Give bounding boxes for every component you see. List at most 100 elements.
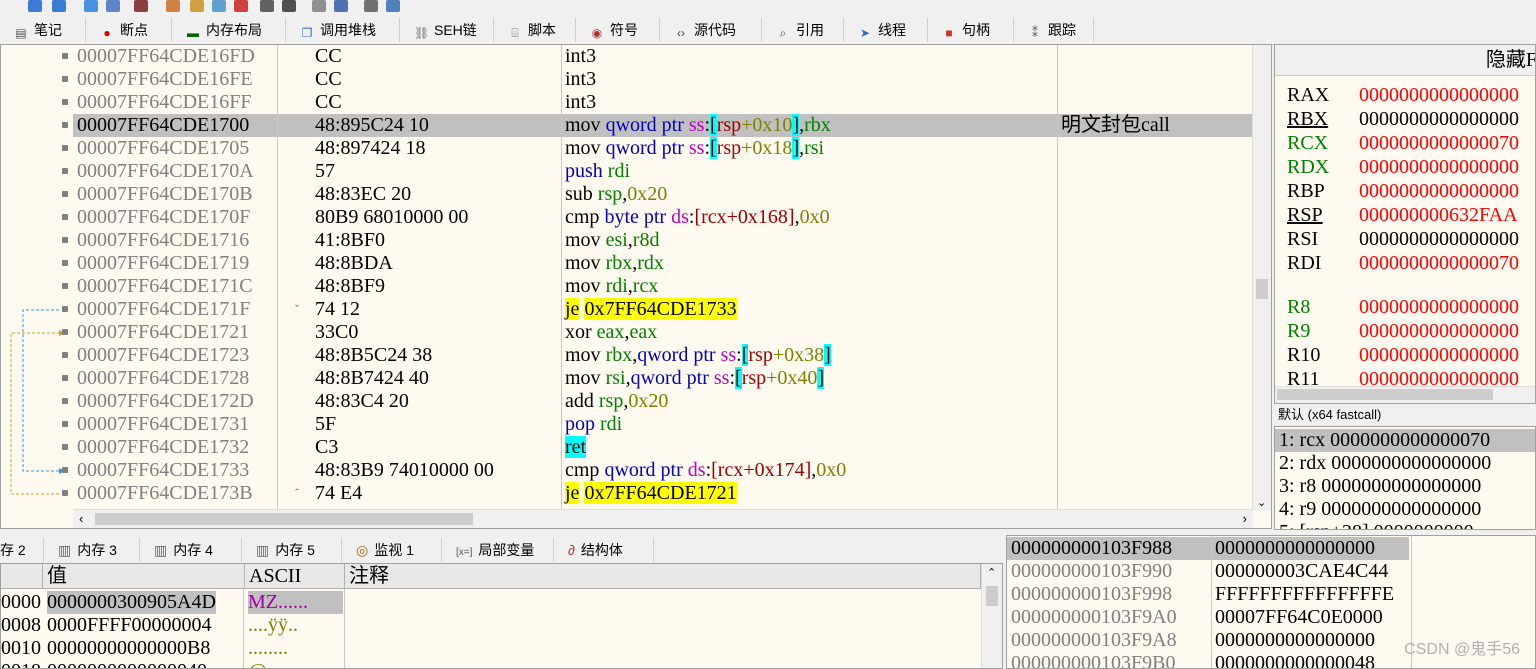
scroll-thumb[interactable] [95,513,473,525]
register-value[interactable]: 0000000000000000 [1359,108,1519,130]
execute-till-return-icon[interactable] [84,0,98,12]
call-argument-row[interactable]: 5: [rsp+28] 0000000000 [1279,521,1474,529]
dump-value[interactable]: 0000000000000040 [47,660,207,668]
register-value[interactable]: 0000000000000000 [1359,320,1519,342]
scroll-thumb[interactable] [1256,279,1268,299]
breakpoint-dot[interactable] [62,467,68,473]
tab-seh-chain[interactable]: ⛓ SEH链 [400,18,494,42]
register-row[interactable]: RDI 0000000000000070 [1287,251,1519,275]
dump-address[interactable]: 0018 [1,660,41,668]
breakpoint-dot[interactable] [62,99,68,105]
tab-script[interactable]: ⌹ 脚本 [494,18,576,42]
register-row[interactable]: R9 0000000000000000 [1287,319,1519,343]
dump-ascii[interactable]: MZ...... [248,591,343,614]
about-icon[interactable] [386,0,400,12]
breakpoint-dot[interactable] [62,329,68,335]
register-value[interactable]: 0000000000000000 [1359,344,1519,366]
tab-symbols[interactable]: ◉ 符号 [576,18,660,42]
breakpoint-dot[interactable] [62,283,68,289]
disassembly-row[interactable]: 00007FF64CDE171F ˇ 74 12 je 0x7FF64CDE1733 [62,298,1253,321]
dump-ascii[interactable]: ........ [248,637,288,660]
disassembly-row[interactable]: 00007FF64CDE170A 57 push rdi [62,160,1253,183]
breakpoint-dot[interactable] [62,237,68,243]
register-value[interactable]: 0000000000000000 [1359,156,1519,178]
tab-memory-map[interactable]: ▬ 内存布局 [172,18,286,42]
breakpoint-dot[interactable] [62,122,68,128]
register-row[interactable]: RAX 0000000000000000 [1287,83,1519,107]
disassembly-row[interactable]: 00007FF64CDE16FE CC int3 [62,68,1253,91]
call-arguments-pane[interactable]: 1: rcx 0000000000000070 2: rdx 0000000000… [1274,426,1536,530]
register-value[interactable]: 0000000000000070 [1359,132,1519,154]
register-value[interactable]: 0000000000000070 [1359,252,1519,274]
dump-value[interactable]: 0000000300905A4D [47,591,216,614]
disassembly-row[interactable]: 00007FF64CDE1721 33C0 xor eax,eax [62,321,1253,344]
registers-pane[interactable]: 隐藏F RAX 0000000000000000 RBX 00000000000000… [1274,44,1536,404]
dump-header-ascii[interactable]: ASCII [245,564,345,589]
patch-icon[interactable] [166,0,180,12]
dump-vertical-scrollbar[interactable]: ⌃ [981,564,1002,668]
tab-notes[interactable]: ▤ 笔记 [0,18,86,42]
trace-into-icon[interactable] [134,0,148,12]
breakpoint-dot[interactable] [62,444,68,450]
breakpoint-dot[interactable] [62,306,68,312]
tab-source[interactable]: ‹› 源代码 [660,18,762,42]
disassembly-row[interactable]: 00007FF64CDE1719 48:8BDA mov rbx,rdx [62,252,1253,275]
dump-header-comment[interactable]: 注释 [345,564,981,589]
run-to-user-code-icon[interactable] [106,0,120,12]
tab-dump-3[interactable]: ▥ 内存 3 [44,538,140,562]
breakpoint-dot[interactable] [62,352,68,358]
registers-horizontal-scrollbar[interactable] [1275,386,1535,403]
disassembly-row[interactable]: 00007FF64CDE16FF CC int3 [62,91,1253,114]
scroll-thumb[interactable] [986,586,998,606]
tab-dump-5[interactable]: ▥ 内存 5 [242,538,342,562]
register-value[interactable]: 0000000000000000 [1359,296,1519,318]
stack-row[interactable]: 000000000103F9A0 00007FF64C0E0000 [1007,606,1535,629]
breakpoint-dot[interactable] [62,398,68,404]
dump-ascii[interactable]: ....ÿÿ.. [248,614,298,637]
functions-icon[interactable] [260,0,274,12]
register-row[interactable]: RSI 0000000000000000 [1287,227,1519,251]
disassembly-horizontal-scrollbar[interactable]: ‹ › [73,509,1253,528]
memory-icon[interactable] [364,0,378,12]
breakpoint-dot[interactable] [62,145,68,151]
disassembly-row[interactable]: 00007FF64CDE1728 48:8B7424 40 mov rsi,qwor… [62,367,1253,390]
memory-dump-pane[interactable]: 值 ASCII 注释 0000 0000000300905A4D MZ...... 0… [0,563,1003,669]
tab-trace[interactable]: ⁑ 跟踪 [1014,18,1094,42]
register-row[interactable]: RBP 0000000000000000 [1287,179,1519,203]
disassembly-row[interactable]: 00007FF64CDE1731 5F pop rdi [62,413,1253,436]
disassembly-row[interactable]: 00007FF64CDE1733 48:83B9 74010000 00 cmp q… [62,459,1253,482]
disassembly-row[interactable]: 00007FF64CDE171C 48:8BF9 mov rdi,rcx [62,275,1253,298]
tab-locals[interactable]: [x=] 局部变量 [442,538,554,562]
tab-references[interactable]: ⌕ 引用 [762,18,844,42]
dump-address[interactable]: 0000 [1,591,41,614]
step-over-icon[interactable] [28,0,42,12]
chevron-left-icon[interactable]: ‹ [79,511,83,526]
register-row[interactable]: RSP 000000000632FAA [1287,203,1518,227]
disassembly-row[interactable]: 00007FF64CDE1700 48:895C24 10 mov qword pt… [62,114,1253,137]
dump-value[interactable]: 00000000000000B8 [47,637,210,660]
font-icon[interactable] [312,0,326,12]
register-row[interactable]: R8 0000000000000000 [1287,295,1519,319]
register-row[interactable]: R10 0000000000000000 [1287,343,1519,367]
hide-fpu-button[interactable]: 隐藏F [1275,45,1535,76]
tab-breakpoints[interactable]: ● 断点 [86,18,172,42]
calculator-icon[interactable] [334,0,348,12]
breakpoint-dot[interactable] [62,421,68,427]
hash-icon[interactable] [282,0,296,12]
dump-address[interactable]: 0008 [1,614,41,637]
tab-watch-1[interactable]: ◎ 监视 1 [342,538,442,562]
disassembly-row[interactable]: 00007FF64CDE1723 48:8B5C24 38 mov rbx,qwor… [62,344,1253,367]
call-argument-row[interactable]: 1: rcx 0000000000000070 [1275,429,1535,452]
register-value[interactable]: 0000000000000000 [1359,84,1519,106]
register-value[interactable]: 0000000000000000 [1359,228,1519,250]
breakpoint-dot[interactable] [62,191,68,197]
labels-icon[interactable] [212,0,226,12]
breakpoint-dot[interactable] [62,375,68,381]
register-value[interactable]: 0000000000000000 [1359,180,1519,202]
stack-row[interactable]: 000000000103F998 FFFFFFFFFFFFFFFE [1007,583,1535,606]
chevron-down-icon[interactable]: ⌄ [1257,496,1266,509]
breakpoint-dot[interactable] [62,260,68,266]
call-argument-row[interactable]: 3: r8 0000000000000000 [1279,475,1481,498]
disassembly-row[interactable]: 00007FF64CDE172D 48:83C4 20 add rsp,0x20 [62,390,1253,413]
stack-row[interactable]: 000000000103F990 000000003CAE4C44 [1007,560,1535,583]
